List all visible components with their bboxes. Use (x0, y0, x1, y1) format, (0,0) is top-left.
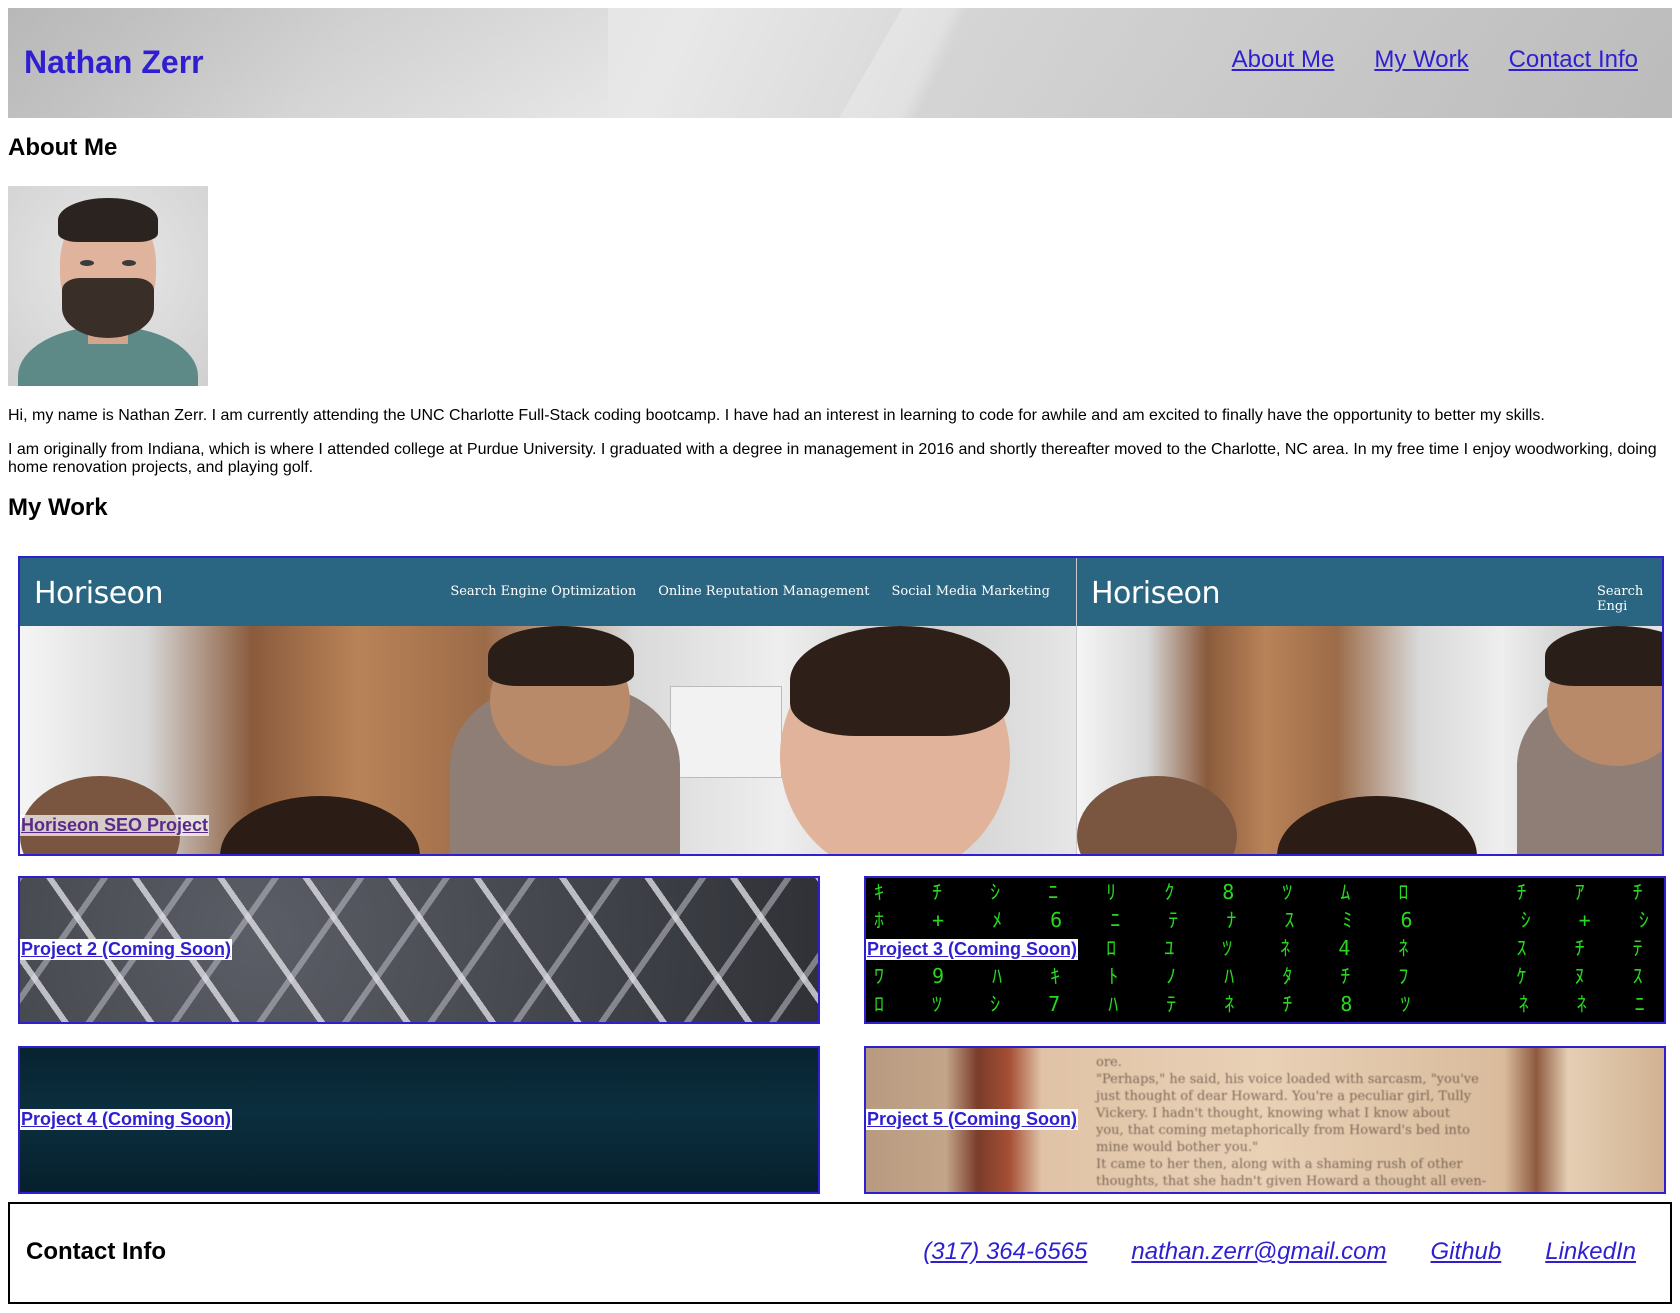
project-card-3[interactable]: ｷ ﾁ ｼ ﾆ ﾘ ｸ 8 ﾂ ﾑ ﾛ ﾁ ｱ ﾁ ｽ ﾎ + ﾒ 6 ﾆ ﾃ … (864, 876, 1666, 1024)
project-card-5[interactable]: ore. "Perhaps," he said, his voice loade… (864, 1046, 1666, 1194)
contact-github-link[interactable]: Github (1431, 1238, 1502, 1266)
horiseon-logo: Horiseon (34, 576, 164, 611)
horiseon-nav-item: Social Media Marketing (891, 584, 1050, 599)
project-card-4[interactable]: Project 4 (Coming Soon) (18, 1046, 820, 1194)
project-link-horiseon[interactable]: Horiseon SEO Project (20, 815, 210, 836)
about-paragraph-1: Hi, my name is Nathan Zerr. I am current… (8, 407, 1545, 424)
project-link-4[interactable]: Project 4 (Coming Soon) (20, 1109, 233, 1130)
profile-photo (8, 186, 208, 386)
nav-link-my-work[interactable]: My Work (1374, 46, 1468, 74)
about-paragraph-2: I am originally from Indiana, which is w… (8, 441, 1657, 476)
project-link-5[interactable]: Project 5 (Coming Soon) (866, 1109, 1079, 1130)
nav-link-contact-info[interactable]: Contact Info (1509, 46, 1638, 74)
horiseon-preview-image: Horiseon Search Engine Optimization Onli… (20, 558, 1076, 854)
page: Nathan Zerr About Me My Work Contact Inf… (0, 0, 1680, 1313)
contact-footer: Contact Info (317) 364-6565 nathan.zerr@… (8, 1202, 1672, 1304)
site-header: Nathan Zerr About Me My Work Contact Inf… (8, 8, 1672, 118)
contact-links: (317) 364-6565 nathan.zerr@gmail.com Git… (923, 1238, 1636, 1266)
horiseon-nav-item: Online Reputation Management (658, 584, 870, 599)
project-card-2[interactable]: Project 2 (Coming Soon) (18, 876, 820, 1024)
contact-phone-link[interactable]: (317) 364-6565 (923, 1238, 1087, 1266)
book-page-image: ore. "Perhaps," he said, his voice loade… (1096, 1055, 1487, 1189)
horiseon-preview-image-repeat: Horiseon Search Engi (1076, 558, 1662, 854)
contact-email-link[interactable]: nathan.zerr@gmail.com (1131, 1238, 1386, 1266)
project-link-3[interactable]: Project 3 (Coming Soon) (866, 939, 1079, 960)
contact-heading: Contact Info (26, 1238, 166, 1265)
site-title: Nathan Zerr (24, 44, 204, 80)
horiseon-nav-item: Search Engine Optimization (450, 584, 637, 599)
main-nav: About Me My Work Contact Info (1232, 46, 1638, 74)
contact-linkedin-link[interactable]: LinkedIn (1545, 1238, 1636, 1266)
project-link-2[interactable]: Project 2 (Coming Soon) (20, 939, 233, 960)
nav-link-about-me[interactable]: About Me (1232, 46, 1335, 74)
work-heading: My Work (8, 494, 108, 521)
project-card-horiseon[interactable]: Horiseon Search Engine Optimization Onli… (18, 556, 1664, 856)
about-heading: About Me (8, 134, 118, 161)
